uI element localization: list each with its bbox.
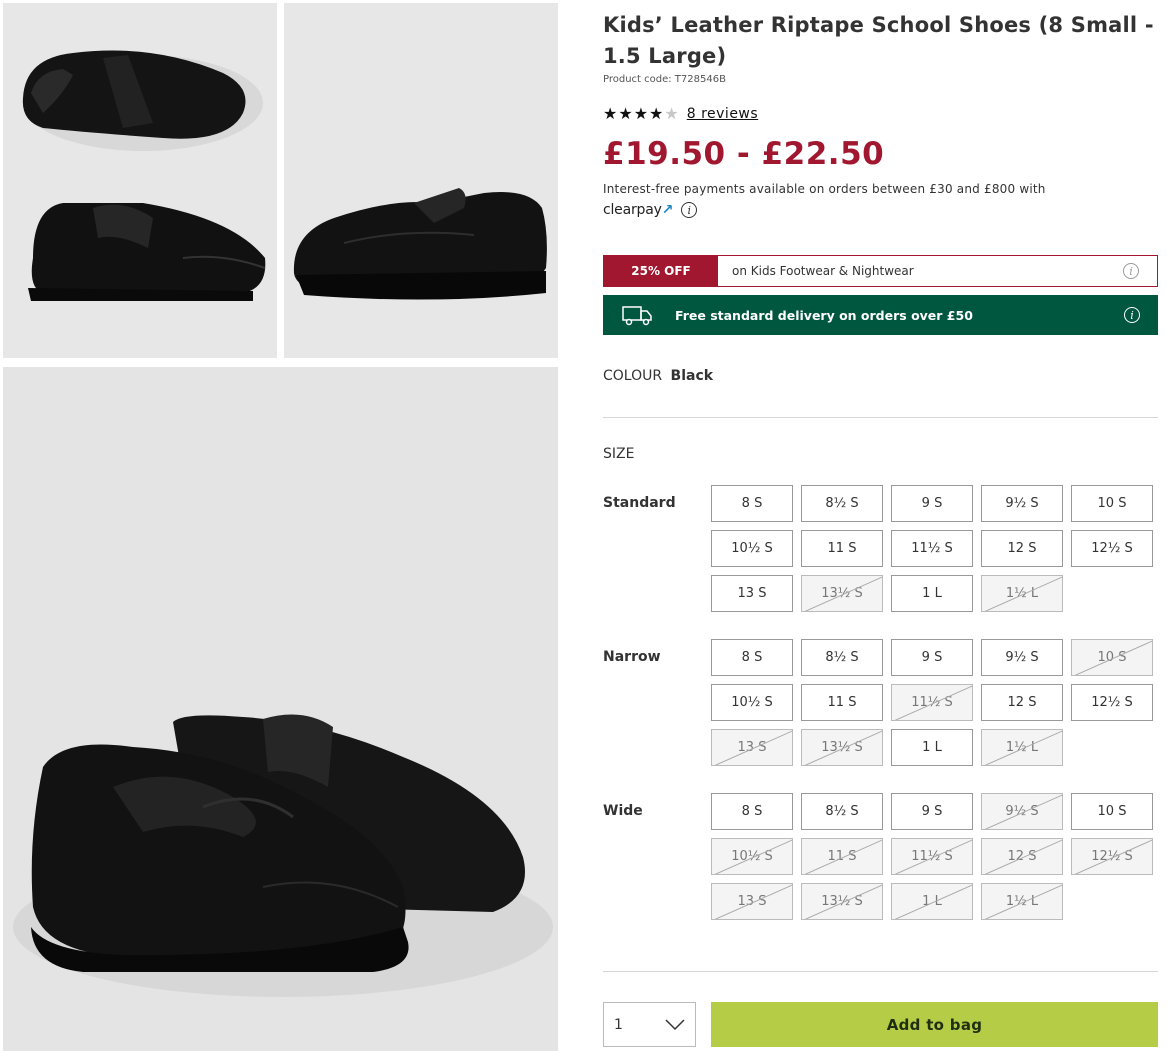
size-option[interactable]: 10 S: [1071, 485, 1153, 522]
size-group-label: Narrow: [603, 649, 661, 665]
product-title: Kids’ Leather Riptape School Shoes (8 Sm…: [603, 13, 1154, 68]
size-option[interactable]: 13 S: [711, 729, 793, 766]
divider: [603, 971, 1158, 972]
size-option[interactable]: 1½ L: [981, 729, 1063, 766]
shoe-main-illustration: [3, 367, 558, 1051]
promo-badge: 25% OFF: [604, 256, 718, 286]
star-icon: ★: [603, 104, 618, 123]
size-option[interactable]: 11½ S: [891, 838, 973, 875]
star-icon: ★: [633, 104, 649, 123]
size-option[interactable]: 13 S: [711, 883, 793, 920]
size-option[interactable]: 10½ S: [711, 838, 793, 875]
size-option[interactable]: 8 S: [711, 793, 793, 830]
chevron-down-icon: [665, 1018, 685, 1030]
reviews-link[interactable]: 8 reviews: [687, 106, 758, 122]
size-option[interactable]: 11½ S: [891, 530, 973, 567]
size-option[interactable]: 8 S: [711, 485, 793, 522]
size-option[interactable]: 11 S: [801, 530, 883, 567]
size-option[interactable]: 9 S: [891, 485, 973, 522]
size-option[interactable]: 12 S: [981, 684, 1063, 721]
size-option[interactable]: 8½ S: [801, 793, 883, 830]
size-option[interactable]: 1 L: [891, 729, 973, 766]
promo-text: on Kids Footwear & Nightwear: [732, 264, 914, 278]
size-option[interactable]: 10 S: [1071, 639, 1153, 676]
size-option[interactable]: 9 S: [891, 793, 973, 830]
promo-banner: 25% OFF on Kids Footwear & Nightwear i: [603, 255, 1158, 287]
product-image-side-view[interactable]: [284, 3, 558, 358]
divider: [603, 417, 1158, 418]
size-option[interactable]: 13½ S: [801, 575, 883, 612]
size-option[interactable]: 12 S: [981, 530, 1063, 567]
size-option[interactable]: 1½ L: [981, 575, 1063, 612]
size-group-label: Wide: [603, 803, 643, 819]
size-option[interactable]: 11 S: [801, 838, 883, 875]
product-image-top-view[interactable]: [3, 3, 277, 358]
size-grid: 8 S 8½ S9 S 9½ S 10 S 10½ S 11 S 11½ S 12 S 12½ …: [711, 639, 1161, 766]
size-option[interactable]: 8 S: [711, 639, 793, 676]
size-label: SIZE: [603, 446, 635, 462]
size-grid: 8 S 8½ S9 S 9½ S 10 S 10½ S 11 S 11½ S 12 S 12½ …: [711, 793, 1161, 920]
size-option[interactable]: 1 L: [891, 575, 973, 612]
quantity-value: 1: [614, 1016, 623, 1033]
product-code: Product code: T728546B: [603, 74, 726, 85]
info-icon[interactable]: i: [681, 202, 698, 218]
delivery-text: Free standard delivery on orders over £5…: [675, 307, 973, 323]
clearpay-logo: clearpay↗: [603, 202, 674, 218]
payments-text: Interest-free payments available on orde…: [603, 182, 1046, 196]
size-option[interactable]: 9½ S: [981, 485, 1063, 522]
size-option[interactable]: 11 S: [801, 684, 883, 721]
star-icon: ★: [618, 104, 633, 123]
price-range: £19.50 - £22.50: [603, 136, 885, 172]
star-icon: ★: [649, 104, 664, 123]
size-option[interactable]: 12½ S: [1071, 838, 1153, 875]
size-option[interactable]: 8½ S: [801, 639, 883, 676]
colour-value: Black: [670, 368, 714, 384]
add-to-bag-button[interactable]: Add to bag: [711, 1002, 1158, 1047]
star-icon: ★: [664, 104, 679, 123]
clearpay-row: clearpay↗ i: [603, 202, 698, 218]
size-option[interactable]: 10½ S: [711, 530, 793, 567]
size-option[interactable]: 1 L: [891, 883, 973, 920]
size-option[interactable]: 8½ S: [801, 485, 883, 522]
size-group-label: Standard: [603, 495, 676, 511]
shoe-pair-illustration: [3, 3, 277, 358]
rating-row: ★ ★ ★ ★ ★ 8 reviews: [603, 104, 758, 124]
size-option[interactable]: 10½ S: [711, 684, 793, 721]
colour-label: COLOUR: [603, 368, 663, 384]
size-option[interactable]: 12½ S: [1071, 684, 1153, 721]
size-option[interactable]: 1½ L: [981, 883, 1063, 920]
truck-icon: [622, 306, 652, 326]
quantity-select[interactable]: 1: [603, 1002, 696, 1047]
size-option[interactable]: 10 S: [1071, 793, 1153, 830]
size-option[interactable]: 12½ S: [1071, 530, 1153, 567]
product-image-main[interactable]: [3, 367, 558, 1051]
size-option[interactable]: 12 S: [981, 838, 1063, 875]
shoe-side-illustration: [284, 3, 558, 358]
size-option[interactable]: 9½ S: [981, 639, 1063, 676]
size-option[interactable]: 11½ S: [891, 684, 973, 721]
rating-stars: ★ ★ ★ ★ ★: [603, 104, 679, 124]
info-icon[interactable]: i: [1124, 307, 1140, 323]
size-grid: 8 S 8½ S9 S 9½ S 10 S 10½ S 11 S 11½ S 12 S 12½ …: [711, 485, 1161, 612]
colour-row: COLOUR Black: [603, 368, 713, 384]
size-option[interactable]: 13½ S: [801, 883, 883, 920]
size-option[interactable]: 9 S: [891, 639, 973, 676]
info-icon[interactable]: i: [1123, 263, 1139, 279]
delivery-banner: Free standard delivery on orders over £5…: [603, 295, 1158, 335]
size-option[interactable]: 13½ S: [801, 729, 883, 766]
size-option[interactable]: 13 S: [711, 575, 793, 612]
size-option[interactable]: 9½ S: [981, 793, 1063, 830]
